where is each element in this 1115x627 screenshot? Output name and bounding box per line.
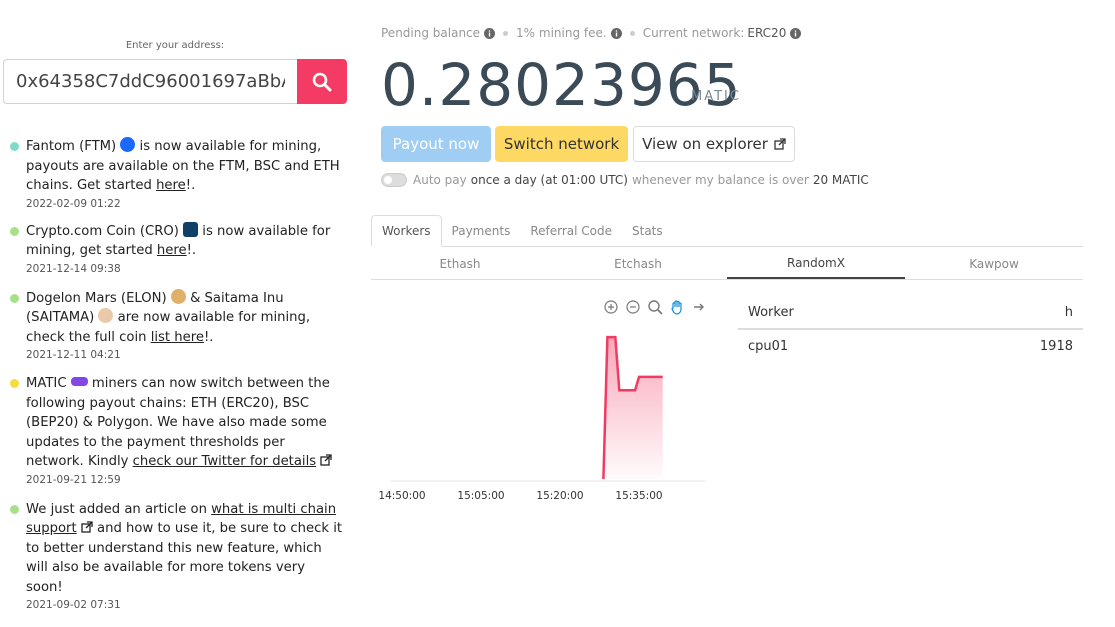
magnify-icon[interactable] (647, 299, 663, 315)
external-link-icon (320, 454, 332, 466)
saitama-icon (98, 308, 114, 323)
main-tabs: Workers Payments Referral Code Stats (371, 215, 1083, 247)
worker-name: cpu01 (748, 339, 789, 354)
info-icon[interactable] (790, 27, 802, 39)
news-text: Dogelon Mars (ELON) & Saitama Inu (SAITA… (26, 288, 311, 345)
news-link[interactable]: here (156, 178, 186, 193)
cro-icon (183, 221, 199, 237)
subtab-kawpow[interactable]: Kawpow (905, 248, 1083, 279)
chart-canvas: 14:50:00 15:05:00 15:20:00 15:35:00 (378, 335, 705, 502)
table-row[interactable]: cpu01 1918 (738, 329, 1083, 363)
news-text: We just added an article on what is mult… (26, 501, 343, 595)
zoom-out-icon[interactable] (625, 299, 641, 315)
hashrate-area (603, 337, 663, 479)
matic-icon (70, 377, 88, 386)
elon-icon (170, 288, 186, 304)
tab-payments[interactable]: Payments (442, 215, 521, 247)
info-icon[interactable] (484, 27, 496, 39)
news-dot (10, 293, 19, 303)
autopay-threshold[interactable]: 20 MATIC (813, 173, 869, 187)
news-item: Crypto.com Coin (CRO) is now available f… (10, 221, 344, 275)
news-date: 2021-09-21 12:59 (26, 473, 121, 486)
news-date: 2021-12-11 04:21 (26, 349, 121, 361)
stats-line: Pending balance 1% mining fee. Current n… (381, 26, 802, 40)
news-dot (10, 504, 19, 514)
view-on-explorer-button[interactable]: View on explorer (633, 126, 795, 162)
explorer-label: View on explorer (642, 135, 768, 153)
x-tick-label: 14:50:00 (378, 490, 425, 502)
workers-table: Worker h cpu01 1918 (738, 297, 1083, 363)
search-button[interactable] (297, 59, 347, 104)
table-header-row: Worker h (738, 297, 1083, 330)
external-link-icon (774, 138, 786, 150)
external-link-icon (81, 521, 93, 533)
address-input[interactable] (4, 60, 297, 103)
hashrate-chart: 14:50:00 15:05:00 15:20:00 15:35:00 (371, 295, 711, 510)
tab-referral-code[interactable]: Referral Code (520, 215, 622, 247)
pan-hand-icon[interactable] (669, 299, 685, 315)
news-date: 2021-09-02 07:31 (26, 599, 121, 611)
news-link[interactable]: list here (151, 330, 204, 345)
dashboard-panel: Pending balance 1% mining fee. Current n… (371, 0, 1083, 627)
balance-unit: MATIC (691, 89, 741, 104)
address-label: Enter your address: (125, 40, 225, 51)
news-item: Dogelon Mars (ELON) & Saitama Inu (SAITA… (10, 288, 344, 361)
fee-label: 1% mining fee. (516, 26, 607, 40)
separator-dot (629, 30, 635, 36)
news-item: We just added an article on what is mult… (10, 500, 344, 611)
subtab-ethash[interactable]: Ethash (371, 248, 549, 279)
news-date: 2022-02-09 01:22 (26, 197, 121, 210)
autopay-row: Auto pay once a day (at 01:00 UTC) whene… (381, 173, 869, 187)
balance-value: 0.28023965 (381, 51, 742, 119)
news-item: MATIC miners can now switch between the … (10, 374, 344, 486)
network-label: Current network: (642, 26, 745, 40)
x-tick-label: 15:20:00 (536, 490, 583, 502)
payout-now-button[interactable]: Payout now (381, 126, 491, 162)
search-icon (312, 72, 332, 91)
tab-stats[interactable]: Stats (622, 215, 673, 247)
news-sidebar: Enter your address: Fantom (FTM) is now … (0, 0, 352, 627)
worker-hashrate: 1918 (1039, 339, 1073, 354)
tab-workers[interactable]: Workers (371, 215, 442, 247)
subtab-etchash[interactable]: Etchash (549, 248, 727, 279)
separator-dot (503, 30, 509, 36)
column-header-hashrate[interactable]: h (928, 297, 1083, 330)
news-date: 2021-12-14 09:38 (26, 262, 121, 275)
news-text: MATIC miners can now switch between the … (26, 374, 344, 472)
news-dot (10, 379, 19, 388)
column-header-worker[interactable]: Worker (738, 297, 929, 330)
chart-toolbar (603, 299, 707, 315)
address-input-box[interactable] (3, 59, 297, 104)
x-tick-label: 15:35:00 (615, 490, 662, 502)
news-link[interactable]: here (157, 243, 187, 258)
twitter-link[interactable]: check our Twitter for details (133, 454, 317, 469)
fantom-icon (120, 137, 136, 152)
autopay-mid: whenever my balance is over (631, 173, 809, 187)
pending-label: Pending balance (381, 26, 481, 40)
news-text: Crypto.com Coin (CRO) is now available f… (26, 221, 331, 258)
subtab-randomx[interactable]: RandomX (727, 248, 905, 279)
news-list: Fantom (FTM) is now available for mining… (10, 137, 344, 611)
reset-arrow-icon[interactable] (691, 299, 707, 315)
news-text: Fantom (FTM) is now available for mining… (26, 137, 340, 193)
news-dot (10, 226, 19, 236)
zoom-in-icon[interactable] (603, 299, 619, 315)
autopay-label: Auto pay (413, 173, 467, 187)
algorithm-tabs: Ethash Etchash RandomX Kawpow (371, 248, 1083, 280)
news-dot (10, 142, 19, 151)
network-value: ERC20 (747, 26, 787, 40)
x-tick-label: 15:05:00 (457, 490, 504, 502)
news-item: Fantom (FTM) is now available for mining… (10, 137, 344, 210)
switch-network-button[interactable]: Switch network (495, 126, 628, 162)
info-icon[interactable] (610, 27, 622, 39)
autopay-toggle[interactable] (381, 173, 407, 187)
autopay-schedule[interactable]: once a day (at 01:00 UTC) (471, 173, 628, 187)
